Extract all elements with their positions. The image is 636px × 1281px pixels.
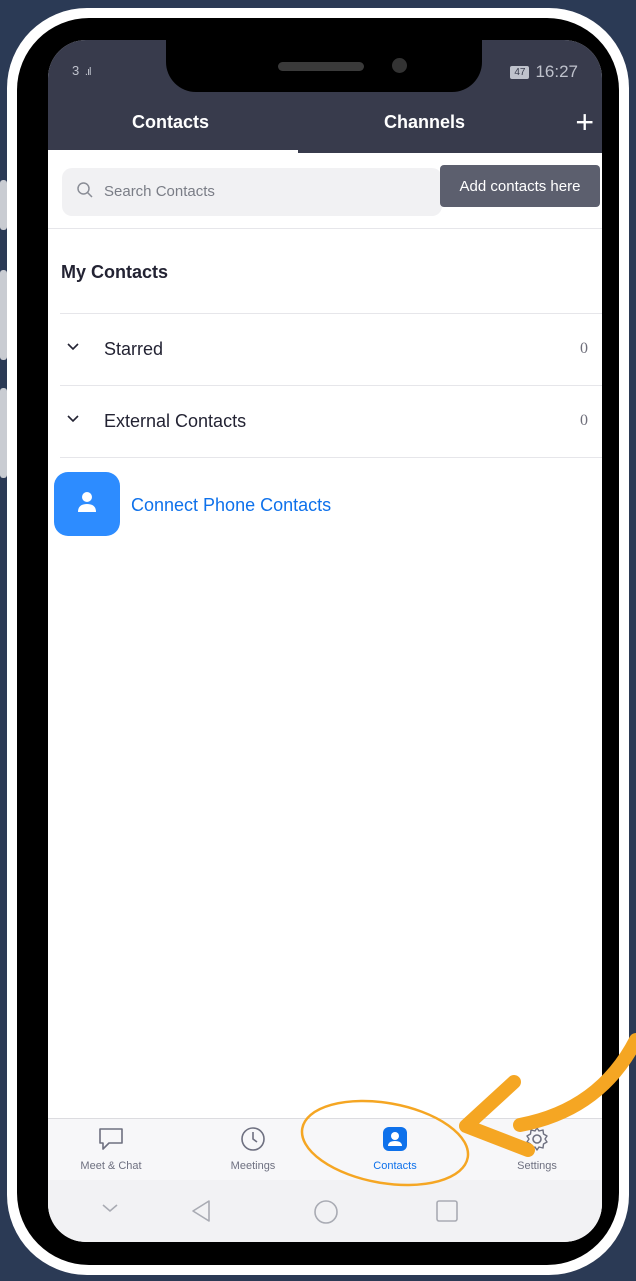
active-tab-indicator <box>48 150 298 153</box>
group-count: 0 <box>580 340 588 357</box>
nav-meetings[interactable]: Meetings <box>198 1125 308 1172</box>
gear-icon <box>526 1127 548 1151</box>
signal-label: 3 <box>72 63 80 78</box>
top-bar: 3 .ıl 47 16:27 Contacts Channels + <box>48 40 602 153</box>
clock-icon <box>241 1127 265 1151</box>
chevron-down-icon <box>67 415 79 423</box>
recents-icon[interactable] <box>434 1198 460 1224</box>
bottom-navigation: Meet & Chat Meetings Contacts Settings <box>48 1118 602 1181</box>
side-button-top <box>0 180 7 230</box>
signal-indicator: 3 .ıl <box>72 63 92 78</box>
volume-up-button <box>0 270 7 360</box>
system-navigation-bar <box>48 1180 602 1242</box>
contact-card-icon <box>383 1127 407 1151</box>
person-icon <box>78 492 96 512</box>
search-input[interactable]: Search Contacts <box>62 168 442 216</box>
connect-phone-contacts-icon[interactable] <box>54 472 120 536</box>
back-icon[interactable] <box>188 1198 214 1224</box>
battery-icon: 47 <box>510 65 530 79</box>
clock-time: 16:27 <box>535 62 578 81</box>
connect-phone-contacts-link[interactable]: Connect Phone Contacts <box>131 495 331 516</box>
group-label: Starred <box>104 339 164 359</box>
divider <box>48 228 602 229</box>
contact-group-external[interactable]: External Contacts 0 <box>48 388 602 458</box>
tab-channels[interactable]: Channels <box>384 112 465 133</box>
nav-meet-chat[interactable]: Meet & Chat <box>56 1125 166 1172</box>
nav-label: Meetings <box>230 1160 276 1172</box>
front-camera <box>392 58 407 73</box>
chat-bubble-icon <box>99 1128 123 1150</box>
group-count: 0 <box>580 412 588 429</box>
add-contacts-tooltip: Add contacts here <box>440 165 600 207</box>
volume-down-button <box>0 388 7 478</box>
speaker-grille <box>278 62 364 71</box>
home-icon[interactable] <box>312 1198 340 1226</box>
search-icon <box>77 182 93 198</box>
contact-group-starred[interactable]: Starred 0 <box>48 316 602 386</box>
chevron-down-icon <box>67 343 79 351</box>
divider <box>60 313 602 314</box>
group-label: External Contacts <box>104 411 247 431</box>
my-contacts-title: My Contacts <box>61 262 169 282</box>
add-contact-button[interactable]: + <box>575 106 594 138</box>
nav-settings[interactable]: Settings <box>482 1125 592 1172</box>
nav-contacts[interactable]: Contacts <box>340 1125 450 1172</box>
signal-bars-icon: .ıl <box>82 66 92 78</box>
search-placeholder: Search Contacts <box>104 183 215 200</box>
divider <box>60 385 602 386</box>
camera-notch <box>166 40 482 92</box>
divider <box>60 457 602 458</box>
tab-contacts[interactable]: Contacts <box>132 112 209 133</box>
status-right: 47 16:27 <box>510 62 578 82</box>
nav-label: Contacts <box>373 1160 417 1172</box>
hide-keyboard-icon[interactable] <box>100 1198 120 1218</box>
app-screen: 3 .ıl 47 16:27 Contacts Channels + Searc… <box>48 40 602 1242</box>
nav-label: Settings <box>517 1160 557 1172</box>
nav-label: Meet & Chat <box>80 1160 142 1172</box>
